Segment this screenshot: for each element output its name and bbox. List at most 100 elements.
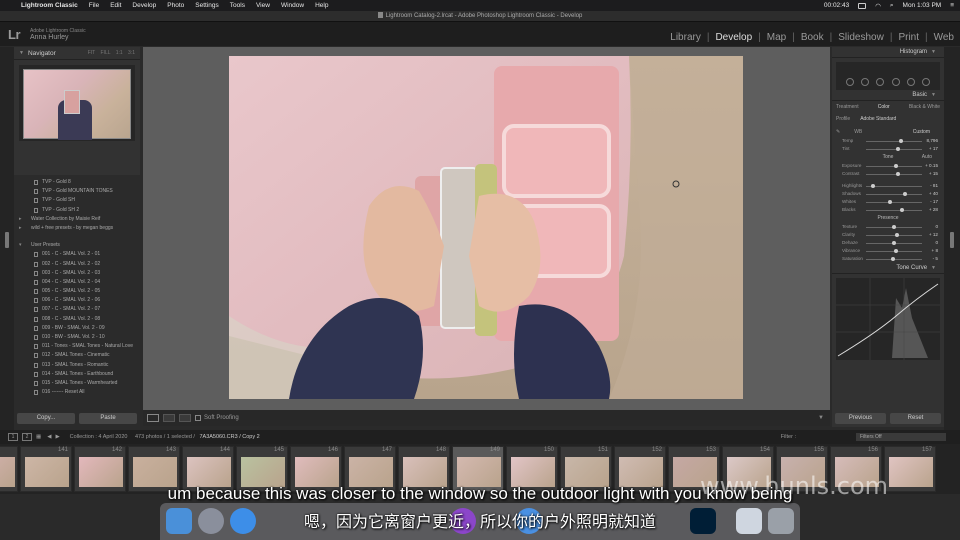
slider-tint[interactable]: Tint + 17 [832, 145, 944, 153]
filmstrip-source[interactable]: Collection : 4 April 2020 473 photos / 1… [70, 434, 260, 440]
preset-item[interactable]: 006 - C - SMAL Vol. 2 - 06 [14, 296, 140, 305]
thumbnail-image[interactable] [241, 457, 285, 487]
slider-value[interactable]: - 81 [930, 183, 938, 188]
thumbnail-image[interactable] [511, 457, 555, 487]
slider-track[interactable] [866, 174, 922, 175]
slider-value[interactable]: 0 [935, 240, 938, 245]
slider-value[interactable]: + 17 [929, 146, 938, 151]
preset-item[interactable]: 008 - C - SMAL Vol. 2 - 08 [14, 315, 140, 324]
slider-value[interactable]: + 15 [929, 171, 938, 176]
slider-handle[interactable] [892, 241, 896, 245]
preset-folder[interactable]: User Presets [14, 241, 140, 250]
graduated-filter-icon[interactable] [891, 78, 900, 86]
soft-proofing-checkbox[interactable] [195, 415, 201, 421]
module-library[interactable]: Library [670, 32, 701, 43]
treatment-bw[interactable]: Black & White [909, 104, 940, 110]
slider-value[interactable]: + 0.15 [925, 163, 938, 168]
reset-button[interactable]: Reset [890, 413, 941, 424]
preset-item[interactable]: 010 - BW - SMAL Vol. 2 - 10 [14, 333, 140, 342]
menu-tools[interactable]: Tools [230, 2, 245, 9]
slider-track[interactable] [866, 149, 922, 150]
thumbnail-image[interactable] [25, 457, 69, 487]
menu-app-name[interactable]: Lightroom Classic [21, 2, 78, 9]
before-after-icon[interactable] [163, 414, 175, 422]
preset-item[interactable]: TVP - Gold SH [14, 196, 140, 205]
slider-handle[interactable] [894, 249, 899, 253]
spot-removal-icon[interactable] [860, 78, 869, 86]
preset-item[interactable]: 007 - C - SMAL Vol. 2 - 07 [14, 305, 140, 314]
slider-track[interactable] [866, 141, 922, 142]
profile-select[interactable]: Adobe Standard [860, 116, 896, 122]
filter-select[interactable]: Filters Off [856, 433, 946, 441]
collapse-triangle-icon[interactable]: ▼ [931, 92, 936, 98]
right-panel-edge[interactable] [944, 47, 960, 430]
thumbnail-image[interactable] [403, 457, 447, 487]
preset-item[interactable]: 005 - C - SMAL Vol. 2 - 05 [14, 287, 140, 296]
preset-item[interactable]: 009 - BW - SMAL Vol. 2 - 09 [14, 324, 140, 333]
preset-item[interactable]: 002 - C - SMAL Vol. 2 - 02 [14, 260, 140, 269]
left-panel-toggle[interactable] [5, 232, 9, 248]
preset-item[interactable]: 015 - SMAL Tones - Warmhearted [14, 379, 140, 388]
preset-item[interactable]: 011 - Tones - SMAL Tones - Natural Love [14, 342, 140, 351]
slider-exposure[interactable]: Exposure + 0.15 [832, 162, 944, 170]
slider-handle[interactable] [890, 257, 895, 261]
slider-handle[interactable] [887, 200, 892, 204]
auto-tone-button[interactable]: Auto [922, 153, 932, 162]
slider-clarity[interactable]: Clarity + 12 [832, 231, 944, 239]
slider-track[interactable] [866, 194, 922, 195]
menu-view[interactable]: View [256, 2, 270, 9]
slider-contrast[interactable]: Contrast + 15 [832, 170, 944, 178]
module-book[interactable]: Book [801, 32, 824, 43]
slider-texture[interactable]: Texture 0 [832, 223, 944, 231]
preset-item[interactable]: 001 - C - SMAL Vol. 2 - 01 [14, 250, 140, 259]
preset-item[interactable]: 014 - SMAL Tones - Earthbound [14, 370, 140, 379]
basic-header[interactable]: Basic ▼ [832, 90, 944, 101]
slider-handle[interactable] [899, 208, 904, 212]
slider-handle[interactable] [870, 184, 875, 188]
slider-value[interactable]: - 5 [933, 256, 938, 261]
histogram-header[interactable]: Histogram ▼ [832, 47, 944, 58]
grid-icon[interactable]: ▦ [36, 434, 41, 440]
collapse-triangle-icon[interactable]: ▼ [931, 49, 936, 55]
slider-handle[interactable] [892, 225, 896, 229]
menu-edit[interactable]: Edit [110, 2, 121, 9]
slider-value[interactable]: + 12 [929, 232, 938, 237]
menu-settings[interactable]: Settings [195, 2, 219, 9]
thumbnail-image[interactable] [295, 457, 339, 487]
menu-help[interactable]: Help [315, 2, 328, 9]
toolbar-menu-icon[interactable]: ▼ [818, 415, 824, 421]
back-arrow-icon[interactable]: ◀ [47, 434, 51, 440]
thumbnail-image[interactable] [187, 457, 231, 487]
preset-item[interactable]: 013 - SMAL Tones - Romantic [14, 361, 140, 370]
copy-button[interactable]: Copy... [17, 413, 75, 424]
tone-curve-header[interactable]: Tone Curve ▼ [832, 263, 944, 274]
slider-highlights[interactable]: Highlights - 81 [832, 182, 944, 190]
eyedropper-icon[interactable]: ✎ [836, 129, 840, 135]
preset-item[interactable]: TVP - Gold SH 2 [14, 206, 140, 215]
yy-compare-icon[interactable] [179, 414, 191, 422]
crop-tool-icon[interactable] [845, 78, 854, 86]
module-web[interactable]: Web [934, 32, 954, 43]
module-develop[interactable]: Develop [715, 32, 752, 43]
apple-icon[interactable] [6, 2, 13, 10]
navigator-zoom-options[interactable]: FIT FILL 1:1 3:1 [88, 50, 135, 56]
preset-item[interactable]: TVP - Gold MOUNTAIN TONES [14, 187, 140, 196]
tone-curve-graph[interactable] [836, 278, 940, 360]
paste-button[interactable]: Paste [79, 413, 137, 424]
preset-item[interactable]: 012 - SMAL Tones - Cinematic [14, 351, 140, 360]
monitor-1-button[interactable]: 1 [8, 433, 18, 441]
slider-saturation[interactable]: Saturation - 5 [832, 255, 944, 263]
menu-file[interactable]: File [89, 2, 99, 9]
preset-folder[interactable]: Water Collection by Maisie Reif [14, 215, 140, 224]
slider-whites[interactable]: Whites - 17 [832, 198, 944, 206]
slider-handle[interactable] [896, 172, 901, 176]
main-photo[interactable] [229, 56, 743, 399]
right-panel-toggle[interactable] [950, 232, 954, 248]
thumbnail-image[interactable] [349, 457, 393, 487]
slider-dehaze[interactable]: Dehaze 0 [832, 239, 944, 247]
slider-value[interactable]: - 17 [930, 199, 938, 204]
module-slideshow[interactable]: Slideshow [838, 32, 884, 43]
left-panel-edge[interactable] [0, 47, 14, 430]
thumbnail-image[interactable] [79, 457, 123, 487]
slider-value[interactable]: + 40 [929, 191, 938, 196]
